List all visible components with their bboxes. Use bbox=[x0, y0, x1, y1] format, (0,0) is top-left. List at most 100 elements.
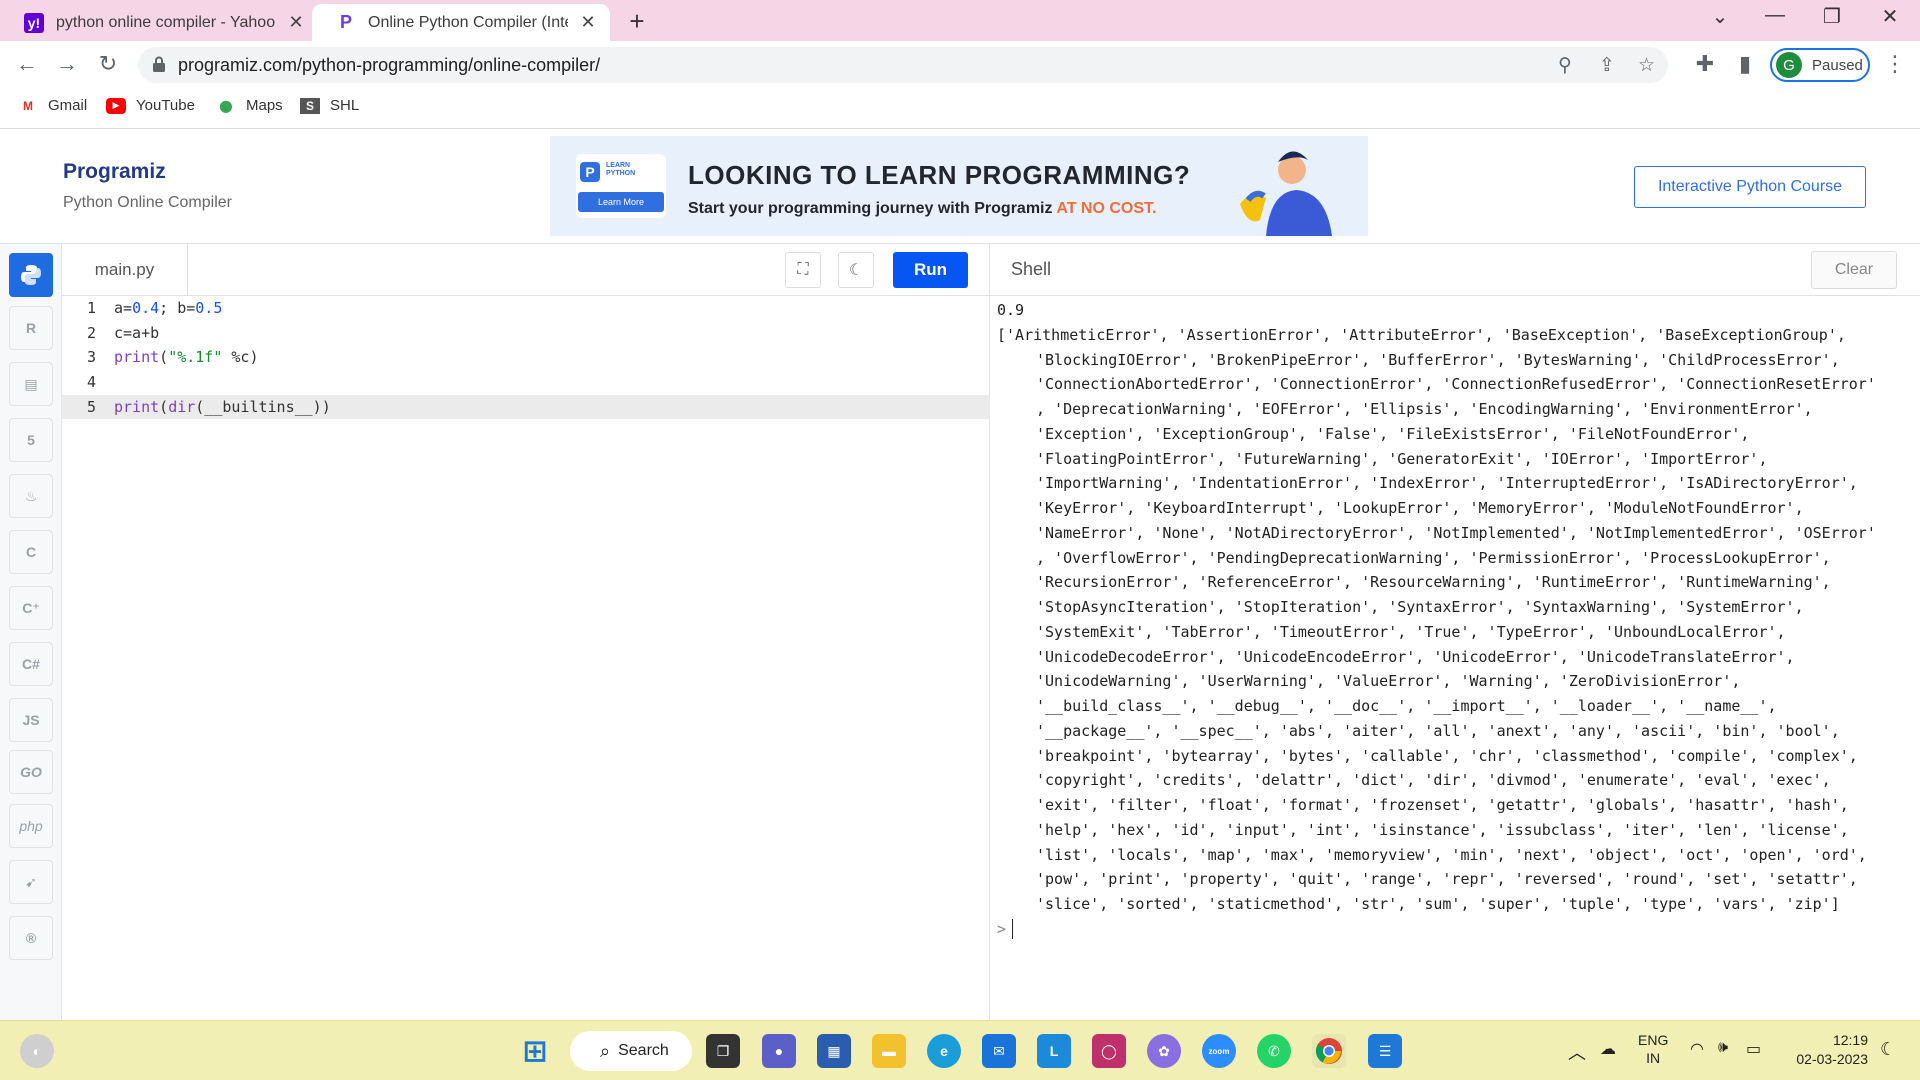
javascript-icon[interactable]: JS bbox=[9, 698, 53, 742]
code-line[interactable]: 2 c=a+b bbox=[62, 321, 990, 346]
sql-database-icon[interactable]: ▤ bbox=[9, 362, 53, 406]
url-text[interactable]: programiz.com/python-programming/online-… bbox=[178, 55, 600, 76]
task-view-icon[interactable]: ❐ bbox=[706, 1034, 740, 1068]
language-line2: IN bbox=[1646, 1050, 1661, 1066]
fullscreen-icon[interactable]: ⛶ bbox=[785, 252, 821, 288]
ad-banner[interactable]: P LEARN PYTHON Learn More LOOKING TO LEA… bbox=[550, 136, 1368, 236]
volume-icon[interactable]: 🕪 bbox=[1718, 1039, 1728, 1057]
line-number: 2 bbox=[86, 323, 96, 342]
swift-icon[interactable]: ➹ bbox=[9, 860, 53, 904]
run-button[interactable]: Run bbox=[893, 252, 968, 288]
notifications-moon-icon[interactable]: ☾ bbox=[1880, 1039, 1896, 1060]
windows-start-icon[interactable]: ⊞ bbox=[518, 1034, 552, 1068]
show-hidden-icons-chevron-icon[interactable]: ︿ bbox=[1568, 1039, 1586, 1065]
bookmark-gmail[interactable]: M Gmail bbox=[18, 97, 87, 114]
share-icon[interactable]: ⇪ bbox=[1599, 54, 1615, 77]
csharp-language-icon[interactable]: C# bbox=[9, 642, 53, 686]
editor-toolbar: main.py ⛶ ☾ Run bbox=[62, 244, 990, 296]
notepad-icon[interactable]: ☰ bbox=[1368, 1034, 1402, 1068]
code-line-current[interactable]: 5 print(dir(__builtins__)) bbox=[62, 394, 990, 420]
minimize-icon[interactable]: — bbox=[1755, 4, 1795, 27]
chrome-menu-icon[interactable]: ⋮ bbox=[1880, 51, 1910, 77]
close-window-icon[interactable]: ✕ bbox=[1870, 4, 1910, 29]
bookmark-label: YouTube bbox=[136, 97, 195, 114]
output-line: , 'OverflowError', 'PendingDeprecationWa… bbox=[1036, 548, 1831, 567]
zoom-icon[interactable]: ⚲ bbox=[1558, 54, 1572, 77]
teams-chat-icon[interactable]: ● bbox=[762, 1034, 796, 1068]
file-tab-main-py[interactable]: main.py bbox=[62, 244, 188, 296]
java-icon[interactable]: ♨ bbox=[9, 474, 53, 518]
dark-mode-moon-icon[interactable]: ☾ bbox=[838, 252, 874, 288]
shell-pane: Shell Clear 0.9 ['ArithmeticError', 'Asse… bbox=[990, 244, 1920, 1020]
interactive-course-button[interactable]: Interactive Python Course bbox=[1634, 166, 1866, 208]
side-panel-icon[interactable]: ▮ bbox=[1730, 51, 1760, 77]
c-language-icon[interactable]: C bbox=[9, 530, 53, 574]
bookmark-star-icon[interactable]: ☆ bbox=[1638, 54, 1655, 77]
php-icon[interactable]: php bbox=[9, 804, 53, 848]
file-explorer-icon[interactable]: ▬ bbox=[872, 1034, 906, 1068]
gmail-icon: M bbox=[23, 98, 33, 113]
r-language-icon[interactable]: R bbox=[9, 306, 53, 350]
code-text[interactable]: a=0.4; b=0.5 bbox=[114, 296, 222, 321]
code-area[interactable]: 1 a=0.4; b=0.5 2 c=a+b 3 print("%.1f" %c) 4… bbox=[62, 296, 990, 420]
l-app-icon[interactable]: L bbox=[1037, 1034, 1071, 1068]
wifi-icon[interactable]: ◠ bbox=[1690, 1039, 1704, 1059]
code-text[interactable]: c=a+b bbox=[114, 321, 159, 346]
clear-button[interactable]: Clear bbox=[1811, 251, 1897, 289]
bookmark-label: SHL bbox=[330, 97, 360, 114]
shell-prompt-line[interactable]: > bbox=[997, 917, 1917, 942]
new-tab-icon[interactable]: + bbox=[622, 6, 652, 37]
extensions-puzzle-icon[interactable]: ✚ bbox=[1690, 51, 1720, 77]
tab-search-chevron-icon[interactable]: ⌄ bbox=[1700, 4, 1740, 29]
chrome-icon[interactable] bbox=[1312, 1034, 1346, 1068]
close-tab-icon[interactable]: ✕ bbox=[576, 12, 600, 33]
clock[interactable]: 12:19 02-03-2023 bbox=[1782, 1031, 1868, 1069]
onedrive-cloud-icon[interactable]: ☁ bbox=[1600, 1039, 1616, 1059]
go-language-icon[interactable]: GO bbox=[9, 750, 53, 794]
bookmark-youtube[interactable]: ▶ YouTube bbox=[106, 97, 195, 114]
weather-widget-icon[interactable]: ◐ bbox=[20, 1034, 54, 1068]
whatsapp-icon[interactable]: ✆ bbox=[1257, 1034, 1291, 1068]
site-header: Programiz Python Online Compiler P LEARN… bbox=[0, 130, 1920, 244]
bookmark-shl[interactable]: S SHL bbox=[300, 97, 359, 114]
forward-arrow-icon[interactable]: → bbox=[52, 51, 82, 77]
taskbar-search[interactable]: ⌕ Search bbox=[570, 1031, 692, 1071]
output-line: 'FloatingPointError', 'FutureWarning', '… bbox=[1036, 449, 1768, 468]
python-icon[interactable] bbox=[9, 253, 53, 297]
edge-browser-icon[interactable]: e bbox=[927, 1034, 961, 1068]
learn-more-button[interactable]: Learn More bbox=[578, 192, 664, 212]
cpp-language-icon[interactable]: C⁺ bbox=[9, 586, 53, 630]
profile-button[interactable]: G Paused bbox=[1770, 48, 1870, 82]
output-line: 'KeyError', 'KeyboardInterrupt', 'Lookup… bbox=[1036, 499, 1804, 517]
code-text[interactable]: print("%.1f" %c) bbox=[114, 345, 259, 370]
tab-programiz-compiler[interactable]: P Online Python Compiler (Interpre ✕ bbox=[312, 4, 610, 41]
back-arrow-icon[interactable]: ← bbox=[12, 51, 42, 77]
output-line: 'breakpoint', 'bytearray', 'bytes', 'cal… bbox=[1036, 746, 1858, 765]
tab-yahoo-search[interactable]: y! python online compiler - Yahoo S ✕ bbox=[0, 4, 310, 41]
microsoft-store-icon[interactable]: ▦ bbox=[817, 1034, 851, 1068]
code-line[interactable]: 3 print("%.1f" %c) bbox=[62, 345, 990, 370]
reload-icon[interactable]: ↻ bbox=[93, 51, 123, 77]
html5-icon[interactable]: 5 bbox=[9, 418, 53, 462]
language-indicator[interactable]: ENG IN bbox=[1638, 1031, 1668, 1067]
language-sidebar: R ▤ 5 ♨ C C⁺ C# JS GO php ➹ ® bbox=[0, 244, 62, 1020]
output-line: ['ArithmeticError', 'AssertionError', 'A… bbox=[997, 325, 1846, 344]
app-purple-icon[interactable]: ✿ bbox=[1147, 1034, 1181, 1068]
bookmark-maps[interactable]: ⬤ Maps bbox=[216, 97, 282, 114]
mail-icon[interactable]: ✉ bbox=[982, 1034, 1016, 1068]
browser-tab-strip: y! python online compiler - Yahoo S ✕ P … bbox=[0, 0, 1920, 41]
shell-output[interactable]: 0.9 ['ArithmeticError', 'AssertionError',… bbox=[997, 298, 1917, 942]
close-tab-icon[interactable]: ✕ bbox=[284, 12, 308, 33]
programiz-logo[interactable]: Programiz bbox=[63, 160, 166, 184]
maximize-icon[interactable]: ❐ bbox=[1812, 4, 1852, 29]
rust-icon[interactable]: ® bbox=[9, 916, 53, 960]
code-text[interactable]: print(dir(__builtins__)) bbox=[114, 395, 331, 420]
output-line: 'NameError', 'None', 'NotADirectoryError… bbox=[1036, 523, 1876, 542]
battery-icon[interactable]: ▭ bbox=[1746, 1039, 1761, 1059]
app-pink-icon[interactable]: ◯ bbox=[1092, 1034, 1126, 1068]
omnibox[interactable]: programiz.com/python-programming/online-… bbox=[138, 47, 1668, 83]
zoom-app-icon[interactable]: zoom bbox=[1202, 1034, 1236, 1068]
code-line[interactable]: 4 bbox=[62, 370, 990, 395]
bookmarks-bar: M Gmail ▶ YouTube ⬤ Maps S SHL bbox=[0, 89, 1920, 129]
code-line[interactable]: 1 a=0.4; b=0.5 bbox=[62, 296, 990, 321]
